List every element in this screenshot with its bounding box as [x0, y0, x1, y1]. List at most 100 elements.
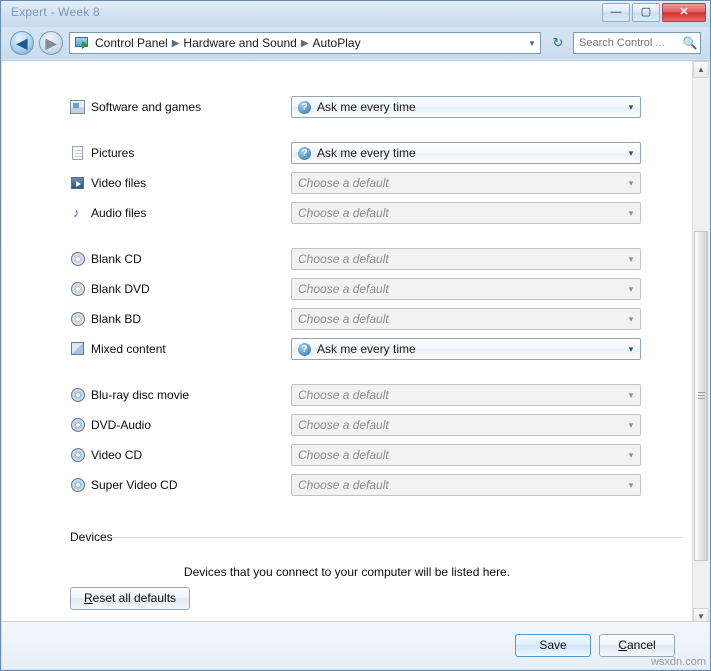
combo-pictures[interactable]: ? Ask me every time ▾ [291, 142, 641, 164]
chevron-down-icon[interactable]: ▾ [622, 450, 640, 461]
settings-scroll-area: Software and games ? Ask me every time ▾… [2, 61, 692, 625]
combo-value-blank-dvd: Choose a default [298, 282, 389, 296]
help-icon: ? [298, 342, 311, 356]
combo-audio-files[interactable]: Choose a default ▾ [291, 202, 641, 224]
combo-video-cd[interactable]: Choose a default ▾ [291, 444, 641, 466]
devices-heading: Devices [70, 530, 113, 544]
devices-empty-note: Devices that you connect to your compute… [183, 565, 511, 579]
chevron-down-icon[interactable]: ▾ [622, 344, 640, 355]
label-software-and-games: Software and games [91, 100, 202, 114]
autoplay-window: Expert - Week 8 — ▢ ✕ ◀ ▶ Control Panel … [0, 0, 711, 671]
combo-blank-cd[interactable]: Choose a default ▾ [291, 248, 641, 270]
media-type-list: Software and games ? Ask me every time ▾… [2, 61, 692, 501]
label-bluray-disc-movie: Blu-ray disc movie [91, 388, 190, 402]
breadcrumb-separator-icon: ▶ [300, 37, 309, 49]
software-icon [70, 99, 86, 115]
combo-value-dvd-audio: Choose a default [298, 418, 389, 432]
row-bluray-disc-movie: Blu-ray disc movie Choose a default ▾ [2, 381, 692, 411]
vertical-scrollbar[interactable]: ▲ ▼ [692, 61, 710, 625]
audio-icon: ♪ [73, 205, 80, 220]
chevron-down-icon[interactable]: ▾ [622, 480, 640, 491]
combo-value-blank-bd: Choose a default [298, 312, 389, 326]
row-blank-bd: Blank BD Choose a default ▾ [2, 305, 692, 335]
search-box[interactable]: 🔍 [573, 32, 701, 54]
minimize-button[interactable]: — [602, 3, 630, 22]
search-input[interactable] [574, 36, 680, 50]
combo-blank-dvd[interactable]: Choose a default ▾ [291, 278, 641, 300]
combo-value-video-cd: Choose a default [298, 448, 389, 462]
combo-value-pictures: Ask me every time [317, 146, 416, 160]
combo-bluray-disc-movie[interactable]: Choose a default ▾ [291, 384, 641, 406]
chevron-down-icon[interactable]: ▾ [622, 420, 640, 431]
label-dvd-audio: DVD-Audio [91, 418, 152, 432]
watermark: wsxdn.com [650, 656, 706, 668]
chevron-down-icon[interactable]: ▾ [524, 38, 540, 49]
maximize-button[interactable]: ▢ [632, 3, 660, 22]
dvd-audio-icon [70, 417, 86, 433]
label-blank-bd: Blank BD [91, 312, 142, 326]
combo-value-video-files: Choose a default [298, 176, 389, 190]
disc-icon [70, 311, 86, 327]
close-button[interactable]: ✕ [662, 3, 706, 22]
cancel-button[interactable]: Cancel [599, 634, 675, 657]
save-button-label: Save [539, 638, 567, 652]
dialog-footer: Save Cancel wsxdn.com [2, 621, 710, 669]
forward-button[interactable]: ▶ [39, 31, 63, 55]
reset-all-defaults-button[interactable]: Reset all defaults [70, 587, 190, 610]
scrollbar-thumb[interactable] [694, 231, 708, 561]
label-blank-cd: Blank CD [91, 252, 142, 266]
combo-video-files[interactable]: Choose a default ▾ [291, 172, 641, 194]
save-button[interactable]: Save [515, 634, 591, 657]
super-video-cd-icon [70, 477, 86, 493]
row-pictures: Pictures ? Ask me every time ▾ [2, 139, 692, 169]
breadcrumb-item-control-panel[interactable]: Control Panel [92, 36, 171, 50]
window-controls: — ▢ ✕ [602, 3, 706, 22]
combo-mixed-content[interactable]: ? Ask me every time ▾ [291, 338, 641, 360]
content-pane: Software and games ? Ask me every time ▾… [2, 60, 710, 625]
breadcrumb-separator-icon: ▶ [171, 37, 180, 49]
combo-value-bluray-disc-movie: Choose a default [298, 388, 389, 402]
help-icon: ? [298, 100, 311, 114]
back-button[interactable]: ◀ [10, 31, 34, 55]
label-pictures: Pictures [91, 146, 135, 160]
row-video-cd: Video CD Choose a default ▾ [2, 441, 692, 471]
row-dvd-audio: DVD-Audio Choose a default ▾ [2, 411, 692, 441]
bluray-disc-icon [70, 387, 86, 403]
combo-software-and-games[interactable]: ? Ask me every time ▾ [291, 96, 641, 118]
combo-blank-bd[interactable]: Choose a default ▾ [291, 308, 641, 330]
chevron-down-icon[interactable]: ▾ [622, 102, 640, 113]
video-icon [70, 175, 86, 191]
label-video-cd: Video CD [91, 448, 143, 462]
row-super-video-cd: Super Video CD Choose a default ▾ [2, 471, 692, 501]
chevron-down-icon[interactable]: ▾ [622, 178, 640, 189]
label-super-video-cd: Super Video CD [91, 478, 178, 492]
label-mixed-content: Mixed content [91, 342, 166, 356]
help-icon: ? [298, 146, 311, 160]
breadcrumb[interactable]: Control Panel ▶ Hardware and Sound ▶ Aut… [69, 32, 541, 54]
row-audio-files: ♪ Audio files Choose a default ▾ [2, 199, 692, 229]
control-panel-icon [72, 33, 92, 53]
breadcrumb-item-autoplay[interactable]: AutoPlay [310, 36, 364, 50]
chevron-down-icon[interactable]: ▾ [622, 314, 640, 325]
combo-dvd-audio[interactable]: Choose a default ▾ [291, 414, 641, 436]
cancel-button-label: Cancel [618, 638, 656, 652]
chevron-down-icon[interactable]: ▾ [622, 390, 640, 401]
combo-super-video-cd[interactable]: Choose a default ▾ [291, 474, 641, 496]
row-software-and-games: Software and games ? Ask me every time ▾ [2, 93, 692, 123]
row-video-files: Video files Choose a default ▾ [2, 169, 692, 199]
chevron-down-icon[interactable]: ▾ [622, 208, 640, 219]
breadcrumb-item-hardware-and-sound[interactable]: Hardware and Sound [180, 36, 299, 50]
title-bar: Expert - Week 8 — ▢ ✕ [1, 1, 710, 27]
scroll-up-button[interactable]: ▲ [693, 61, 709, 78]
combo-value-mixed-content: Ask me every time [317, 342, 416, 356]
chevron-down-icon[interactable]: ▾ [622, 254, 640, 265]
chevron-down-icon[interactable]: ▾ [622, 284, 640, 295]
chevron-down-icon[interactable]: ▾ [622, 148, 640, 159]
disc-icon [70, 281, 86, 297]
mixed-content-icon [70, 341, 86, 357]
combo-value-super-video-cd: Choose a default [298, 478, 389, 492]
combo-value-software-and-games: Ask me every time [317, 100, 416, 114]
devices-divider [112, 537, 682, 538]
refresh-icon[interactable]: ↻ [547, 32, 569, 54]
disc-icon [70, 251, 86, 267]
